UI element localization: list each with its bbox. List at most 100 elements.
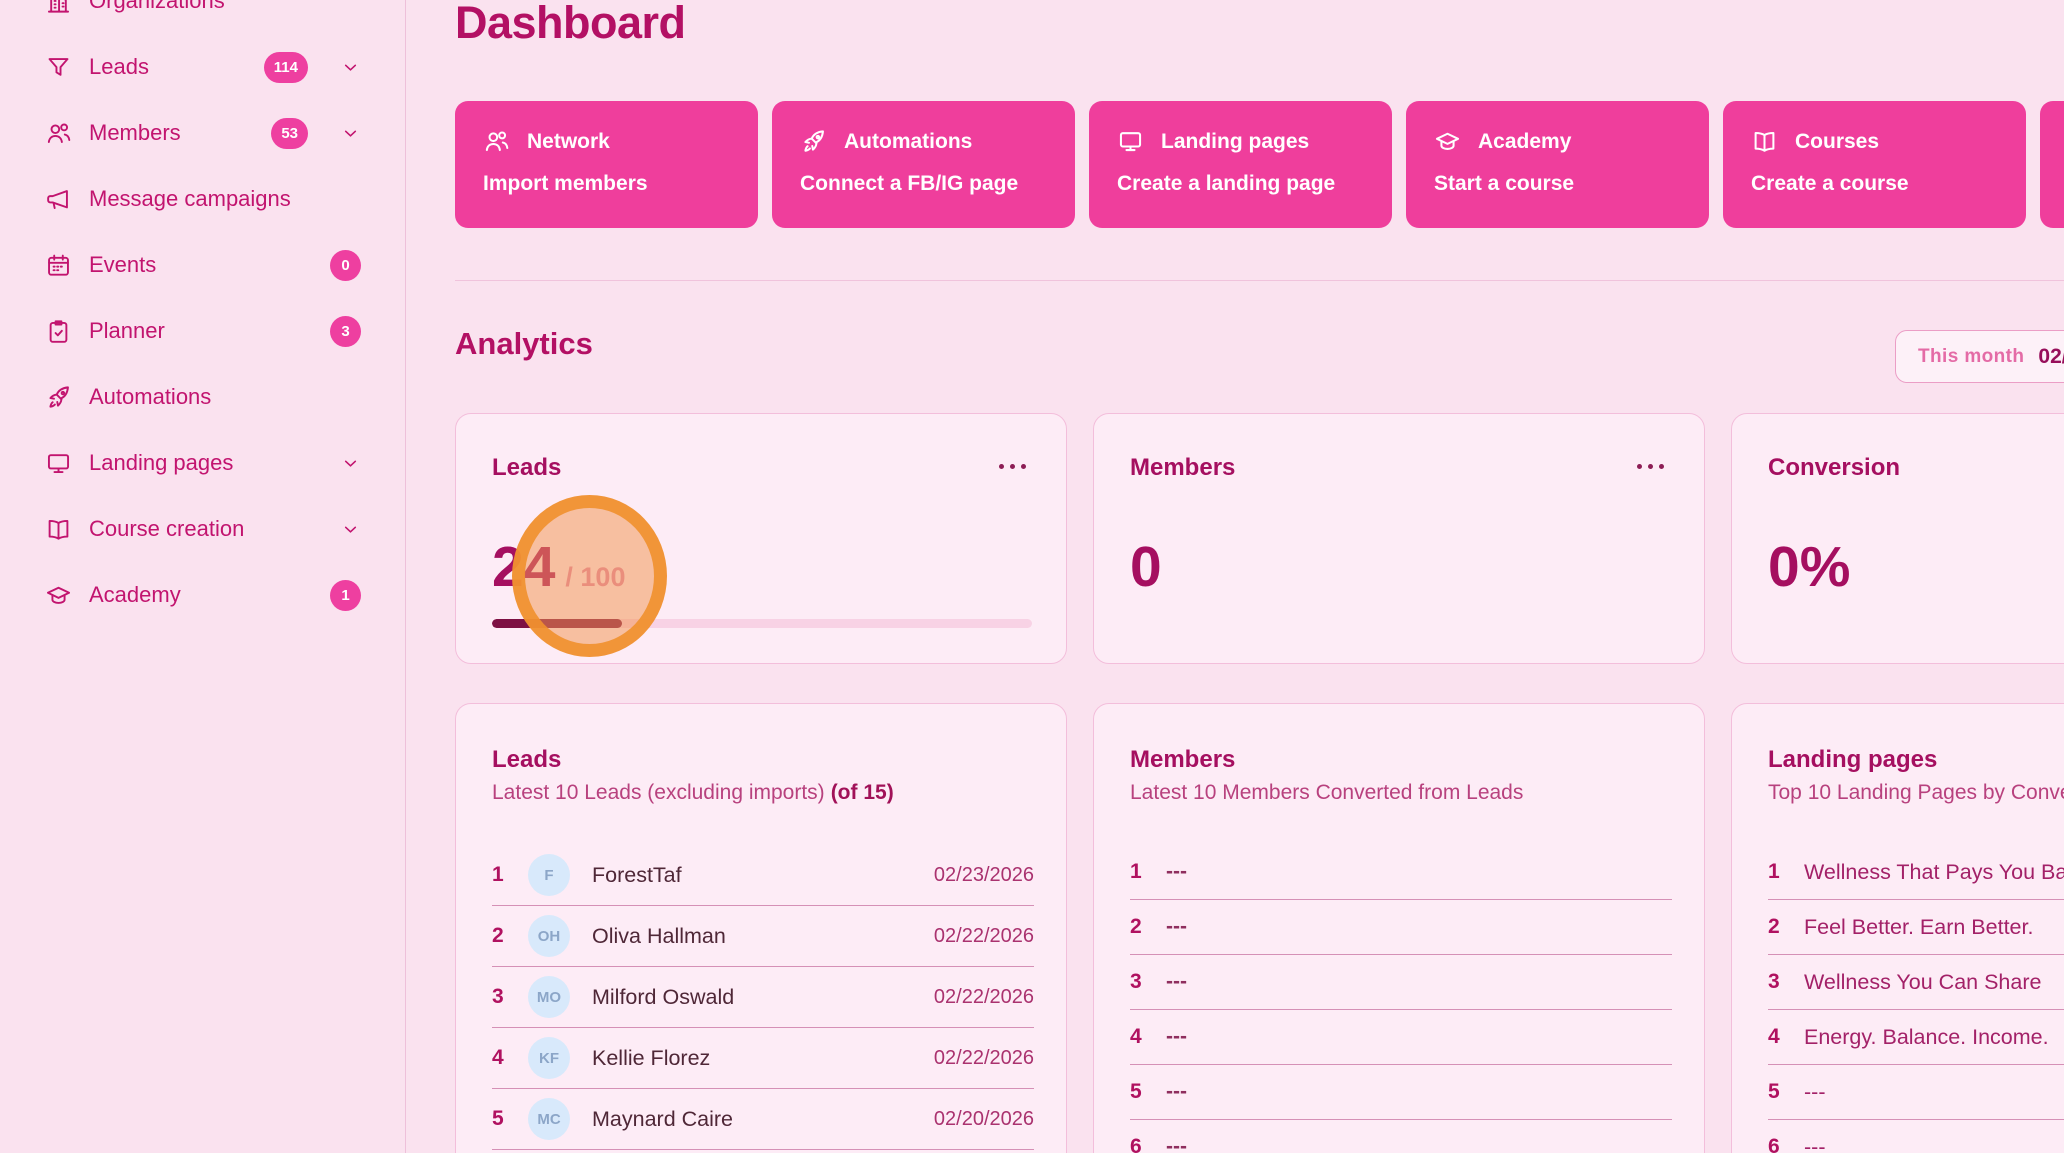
quick-action-network[interactable]: Network Import members [455, 101, 758, 228]
quick-action-sublabel: Create a landing page [1117, 172, 1364, 196]
sidebar-item-course-creation[interactable]: Course creation [45, 496, 361, 562]
lead-row[interactable]: 4 KF Kellie Florez 02/22/2026 [492, 1028, 1034, 1089]
graduation-cap-icon [1434, 128, 1461, 155]
sidebar-item-academy[interactable]: Academy 1 [45, 562, 361, 628]
leads-count-total: / 100 [565, 562, 625, 593]
sidebar-item-label: Course creation [89, 516, 308, 542]
analytics-stats-row: Leads 24 / 100 Members 0 Conversion 0% [455, 413, 2064, 664]
sidebar-item-leads[interactable]: Leads 114 [45, 34, 361, 100]
sidebar-item-label: Message campaigns [89, 186, 361, 212]
sidebar-item-organizations[interactable]: Organizations [45, 0, 361, 34]
stat-card-conversion: Conversion 0% [1731, 413, 2064, 664]
ellipsis-menu-icon[interactable] [999, 464, 1026, 469]
quick-action-sublabel: Create a course [1751, 172, 1998, 196]
section-divider [455, 280, 2064, 281]
period-filter[interactable]: This month 02/0 [1895, 330, 2064, 383]
member-row[interactable]: 1 --- [1130, 845, 1672, 900]
quick-action-label: Academy [1478, 130, 1571, 154]
quick-action-landing-pages[interactable]: Landing pages Create a landing page [1089, 101, 1392, 228]
academy-count-badge: 1 [330, 580, 361, 611]
member-row[interactable]: 2 --- [1130, 900, 1672, 955]
monitor-icon [45, 450, 72, 477]
avatar: KF [528, 1037, 570, 1079]
sidebar: Organizations Leads 114 Members 53 [0, 0, 406, 1153]
quick-action-label: Network [527, 130, 610, 154]
members-count-badge: 53 [271, 118, 308, 149]
sidebar-item-label: Members [89, 120, 254, 146]
analytics-section-title: Analytics [455, 310, 2064, 362]
lead-row[interactable]: 5 MC Maynard Caire 02/20/2026 [492, 1089, 1034, 1150]
leads-list-card: Leads Latest 10 Leads (excluding imports… [455, 703, 1067, 1153]
member-row[interactable]: 3 --- [1130, 955, 1672, 1010]
graduation-cap-icon [45, 582, 72, 609]
avatar: OH [528, 915, 570, 957]
member-row[interactable]: 5 --- [1130, 1065, 1672, 1120]
quick-action-label: Courses [1795, 130, 1879, 154]
period-filter-value: 02/0 [2038, 345, 2064, 369]
megaphone-icon [45, 186, 72, 213]
quick-action-sublabel: Import members [483, 172, 730, 196]
lists-row: Leads Latest 10 Leads (excluding imports… [455, 703, 2064, 1153]
chevron-down-icon[interactable] [340, 123, 361, 144]
quick-action-partial[interactable] [2040, 101, 2064, 228]
sidebar-item-label: Landing pages [89, 450, 308, 476]
sidebar-item-automations[interactable]: Automations [45, 364, 361, 430]
lead-row[interactable]: 1 F ForestTaf 02/23/2026 [492, 845, 1034, 906]
avatar: MC [528, 1098, 570, 1140]
sidebar-item-members[interactable]: Members 53 [45, 100, 361, 166]
landing-page-row[interactable]: 6 --- [1768, 1120, 2064, 1153]
events-count-badge: 0 [330, 250, 361, 281]
quick-action-courses[interactable]: Courses Create a course [1723, 101, 2026, 228]
leads-count-value: 24 [492, 539, 555, 596]
sidebar-item-planner[interactable]: Planner 3 [45, 298, 361, 364]
quick-action-label: Automations [844, 130, 972, 154]
building-icon [45, 0, 72, 15]
calendar-icon [45, 252, 72, 279]
landing-pages-list-card: Landing pages Top 10 Landing Pages by Co… [1731, 703, 2064, 1153]
leads-count-badge: 114 [264, 52, 308, 83]
members-list-card: Members Latest 10 Members Converted from… [1093, 703, 1705, 1153]
stat-card-title: Leads [492, 454, 1030, 482]
sidebar-item-label: Events [89, 252, 313, 278]
avatar: MO [528, 976, 570, 1018]
chevron-down-icon[interactable] [340, 57, 361, 78]
quick-action-automations[interactable]: Automations Connect a FB/IG page [772, 101, 1075, 228]
quick-action-sublabel: Connect a FB/IG page [800, 172, 1047, 196]
stat-card-members: Members 0 [1093, 413, 1705, 664]
clipboard-check-icon [45, 318, 72, 345]
sidebar-item-label: Planner [89, 318, 313, 344]
open-book-icon [45, 516, 72, 543]
lead-row[interactable]: 3 MO Milford Oswald 02/22/2026 [492, 967, 1034, 1028]
chevron-down-icon[interactable] [340, 453, 361, 474]
sidebar-item-label: Organizations [89, 0, 361, 14]
users-icon [45, 120, 72, 147]
leads-progress-bar [492, 619, 1032, 628]
landing-page-row[interactable]: 1 Wellness That Pays You Back [1768, 845, 2064, 900]
sidebar-nav: Organizations Leads 114 Members 53 [45, 0, 361, 628]
leads-list-subtitle: Latest 10 Leads (excluding imports)(of 1… [492, 781, 1034, 805]
landing-page-row[interactable]: 4 Energy. Balance. Income. [1768, 1010, 2064, 1065]
analytics-header: Analytics This month 02/0 [455, 310, 2064, 368]
chevron-down-icon[interactable] [340, 519, 361, 540]
members-list-title: Members [1130, 746, 1672, 774]
ellipsis-menu-icon[interactable] [1637, 464, 1664, 469]
member-row[interactable]: 4 --- [1130, 1010, 1672, 1065]
rocket-icon [45, 384, 72, 411]
member-row[interactable]: 6 --- [1130, 1120, 1672, 1153]
open-book-icon [1751, 128, 1778, 155]
planner-count-badge: 3 [330, 316, 361, 347]
quick-action-academy[interactable]: Academy Start a course [1406, 101, 1709, 228]
landing-page-row[interactable]: 5 --- [1768, 1065, 2064, 1120]
landing-page-row[interactable]: 2 Feel Better. Earn Better. [1768, 900, 2064, 955]
page-title: Dashboard [455, 0, 2064, 49]
lead-row[interactable]: 2 OH Oliva Hallman 02/22/2026 [492, 906, 1034, 967]
sidebar-item-message-campaigns[interactable]: Message campaigns [45, 166, 361, 232]
sidebar-item-label: Leads [89, 54, 247, 80]
sidebar-item-landing-pages[interactable]: Landing pages [45, 430, 361, 496]
sidebar-item-events[interactable]: Events 0 [45, 232, 361, 298]
landing-page-row[interactable]: 3 Wellness You Can Share [1768, 955, 2064, 1010]
stat-card-leads: Leads 24 / 100 [455, 413, 1067, 664]
period-filter-label: This month [1918, 346, 2024, 368]
members-list-subtitle: Latest 10 Members Converted from Leads [1130, 781, 1672, 805]
sidebar-item-label: Academy [89, 582, 313, 608]
